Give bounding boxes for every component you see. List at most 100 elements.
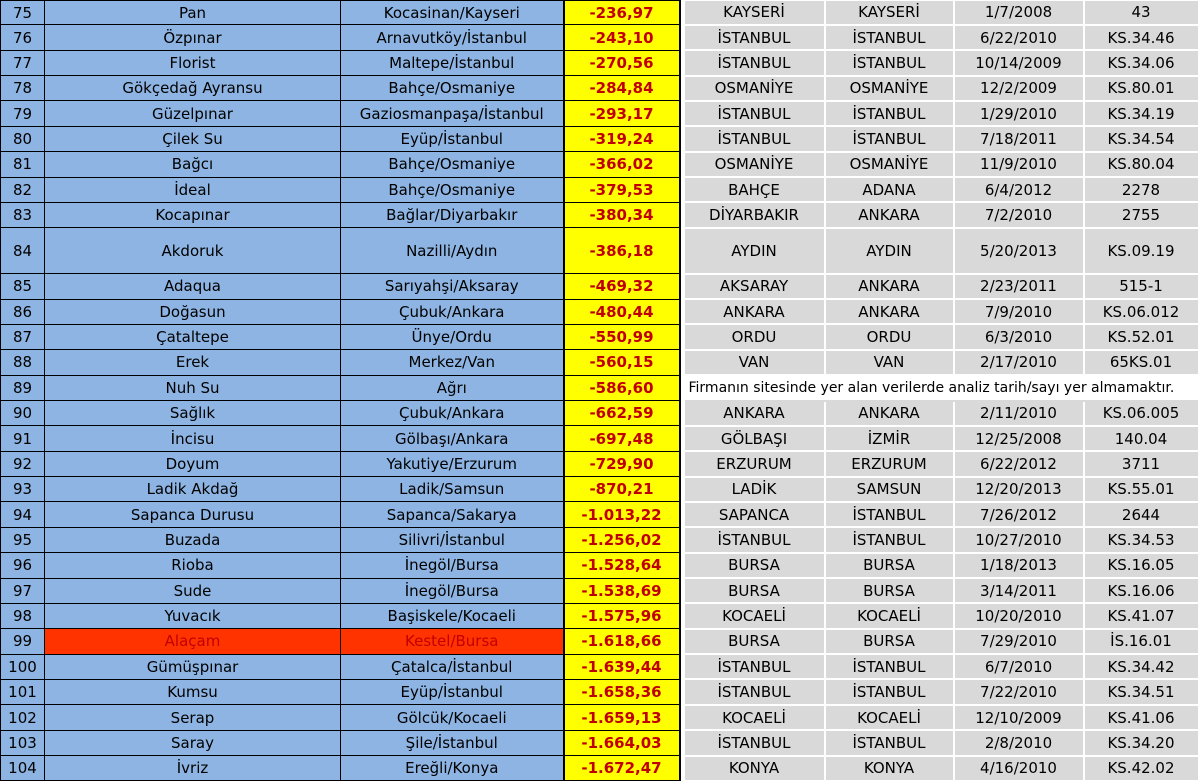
location-cell[interactable]: Arnavutköy/İstanbul xyxy=(341,25,564,50)
city-cell[interactable]: AKSARAY xyxy=(685,274,825,299)
analysis-date-cell[interactable]: 7/26/2012 xyxy=(954,502,1084,527)
city-cell[interactable]: KOCAELİ xyxy=(685,705,825,730)
location-cell[interactable]: Eyüp/İstanbul xyxy=(341,126,564,151)
report-code-cell[interactable]: 140.04 xyxy=(1084,426,1198,451)
lab-city-cell[interactable]: BURSA xyxy=(825,578,954,603)
lab-city-cell[interactable]: BURSA xyxy=(825,629,954,654)
row-number-cell[interactable]: 78 xyxy=(1,76,45,101)
lab-city-cell[interactable]: VAN xyxy=(825,350,954,375)
row-number-cell[interactable]: 92 xyxy=(1,451,45,476)
brand-name-cell[interactable]: Erek xyxy=(45,350,341,375)
row-number-cell[interactable]: 93 xyxy=(1,477,45,502)
report-code-cell[interactable]: KS.34.20 xyxy=(1084,730,1198,755)
value-cell[interactable]: -729,90 xyxy=(564,451,680,476)
row-number-cell[interactable]: 94 xyxy=(1,502,45,527)
analysis-date-cell[interactable]: 7/18/2011 xyxy=(954,126,1084,151)
value-cell[interactable]: -1.013,22 xyxy=(564,502,680,527)
table-row[interactable]: 84AkdorukNazilli/Aydın-386,18AYDINAYDIN5… xyxy=(1,228,1198,274)
city-cell[interactable]: BURSA xyxy=(685,578,825,603)
lab-city-cell[interactable]: BURSA xyxy=(825,553,954,578)
report-code-cell[interactable]: KS.34.46 xyxy=(1084,25,1198,50)
location-cell[interactable]: Merkez/Van xyxy=(341,350,564,375)
analysis-date-cell[interactable]: 5/20/2013 xyxy=(954,228,1084,274)
analysis-date-cell[interactable]: 11/9/2010 xyxy=(954,152,1084,177)
brand-name-cell[interactable]: Gümüşpınar xyxy=(45,654,341,679)
row-number-cell[interactable]: 83 xyxy=(1,202,45,227)
value-cell[interactable]: -379,53 xyxy=(564,177,680,202)
analysis-date-cell[interactable]: 7/2/2010 xyxy=(954,202,1084,227)
location-cell[interactable]: Ereğli/Konya xyxy=(341,756,564,781)
analysis-date-cell[interactable]: 7/9/2010 xyxy=(954,299,1084,324)
city-cell[interactable]: OSMANİYE xyxy=(685,76,825,101)
lab-city-cell[interactable]: AYDIN xyxy=(825,228,954,274)
value-cell[interactable]: -366,02 xyxy=(564,152,680,177)
city-cell[interactable]: İSTANBUL xyxy=(685,730,825,755)
brand-name-cell[interactable]: Adaqua xyxy=(45,274,341,299)
lab-city-cell[interactable]: ERZURUM xyxy=(825,451,954,476)
value-cell[interactable]: -386,18 xyxy=(564,228,680,274)
lab-city-cell[interactable]: İSTANBUL xyxy=(825,654,954,679)
value-cell[interactable]: -1.658,36 xyxy=(564,679,680,704)
row-number-cell[interactable]: 95 xyxy=(1,527,45,552)
table-row[interactable]: 103SarayŞile/İstanbul-1.664,03İSTANBULİS… xyxy=(1,730,1198,755)
report-code-cell[interactable]: 3711 xyxy=(1084,451,1198,476)
table-row[interactable]: 100GümüşpınarÇatalca/İstanbul-1.639,44İS… xyxy=(1,654,1198,679)
city-cell[interactable]: ERZURUM xyxy=(685,451,825,476)
location-cell[interactable]: Çubuk/Ankara xyxy=(341,401,564,426)
location-cell[interactable]: Sapanca/Sakarya xyxy=(341,502,564,527)
analysis-date-cell[interactable]: 6/22/2012 xyxy=(954,451,1084,476)
location-cell[interactable]: Bahçe/Osmaniye xyxy=(341,76,564,101)
location-cell[interactable]: Ağrı xyxy=(341,375,564,400)
location-cell[interactable]: Eyüp/İstanbul xyxy=(341,679,564,704)
location-cell[interactable]: Gaziosmanpaşa/İstanbul xyxy=(341,101,564,126)
location-cell[interactable]: Ünye/Ordu xyxy=(341,324,564,349)
location-cell[interactable]: Ladik/Samsun xyxy=(341,477,564,502)
brand-name-cell[interactable]: Nuh Su xyxy=(45,375,341,400)
brand-name-cell[interactable]: Buzada xyxy=(45,527,341,552)
location-cell[interactable]: Maltepe/İstanbul xyxy=(341,50,564,75)
lab-city-cell[interactable]: ANKARA xyxy=(825,274,954,299)
brand-name-cell[interactable]: Ladik Akdağ xyxy=(45,477,341,502)
value-cell[interactable]: -1.618,66 xyxy=(564,629,680,654)
table-row[interactable]: 87ÇataltepeÜnye/Ordu-550,99ORDUORDU6/3/2… xyxy=(1,324,1198,349)
report-code-cell[interactable]: KS.09.19 xyxy=(1084,228,1198,274)
analysis-date-cell[interactable]: 12/10/2009 xyxy=(954,705,1084,730)
table-row[interactable]: 97Sudeİnegöl/Bursa-1.538,69BURSABURSA3/1… xyxy=(1,578,1198,603)
analysis-date-cell[interactable]: 6/4/2012 xyxy=(954,177,1084,202)
row-number-cell[interactable]: 75 xyxy=(1,1,45,25)
row-number-cell[interactable]: 104 xyxy=(1,756,45,781)
note-cell[interactable]: Firmanın sitesinde yer alan verilerde an… xyxy=(685,375,1198,400)
lab-city-cell[interactable]: KOCAELİ xyxy=(825,603,954,628)
analysis-date-cell[interactable]: 2/17/2010 xyxy=(954,350,1084,375)
city-cell[interactable]: LADİK xyxy=(685,477,825,502)
row-number-cell[interactable]: 89 xyxy=(1,375,45,400)
location-cell[interactable]: Kestel/Bursa xyxy=(341,629,564,654)
city-cell[interactable]: BURSA xyxy=(685,553,825,578)
table-row[interactable]: 98YuvacıkBaşiskele/Kocaeli-1.575,96KOCAE… xyxy=(1,603,1198,628)
report-code-cell[interactable]: KS.34.19 xyxy=(1084,101,1198,126)
lab-city-cell[interactable]: ANKARA xyxy=(825,202,954,227)
brand-name-cell[interactable]: Çataltepe xyxy=(45,324,341,349)
report-code-cell[interactable]: KS.42.02 xyxy=(1084,756,1198,781)
brand-name-cell[interactable]: Çilek Su xyxy=(45,126,341,151)
analysis-date-cell[interactable]: 7/29/2010 xyxy=(954,629,1084,654)
lab-city-cell[interactable]: İSTANBUL xyxy=(825,50,954,75)
report-code-cell[interactable]: 515-1 xyxy=(1084,274,1198,299)
brand-name-cell[interactable]: Alaçam xyxy=(45,629,341,654)
report-code-cell[interactable]: 2278 xyxy=(1084,177,1198,202)
brand-name-cell[interactable]: Bağcı xyxy=(45,152,341,177)
analysis-date-cell[interactable]: 4/16/2010 xyxy=(954,756,1084,781)
table-row[interactable]: 77FloristMaltepe/İstanbul-270,56İSTANBUL… xyxy=(1,50,1198,75)
city-cell[interactable]: SAPANCA xyxy=(685,502,825,527)
brand-name-cell[interactable]: İncisu xyxy=(45,426,341,451)
analysis-date-cell[interactable]: 2/8/2010 xyxy=(954,730,1084,755)
brand-name-cell[interactable]: Gökçedağ Ayransu xyxy=(45,76,341,101)
row-number-cell[interactable]: 98 xyxy=(1,603,45,628)
lab-city-cell[interactable]: İSTANBUL xyxy=(825,25,954,50)
location-cell[interactable]: Nazilli/Aydın xyxy=(341,228,564,274)
analysis-date-cell[interactable]: 12/20/2013 xyxy=(954,477,1084,502)
value-cell[interactable]: -1.639,44 xyxy=(564,654,680,679)
value-cell[interactable]: -1.664,03 xyxy=(564,730,680,755)
row-number-cell[interactable]: 79 xyxy=(1,101,45,126)
lab-city-cell[interactable]: ADANA xyxy=(825,177,954,202)
